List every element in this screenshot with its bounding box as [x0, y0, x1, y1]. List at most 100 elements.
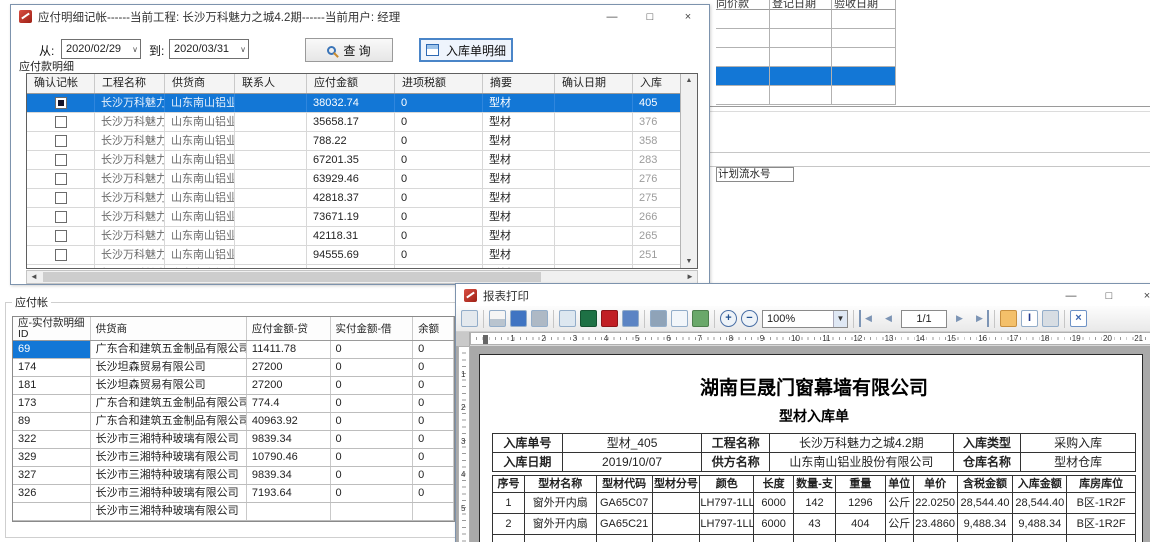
confirm-checkbox[interactable]	[55, 192, 67, 204]
grid-row[interactable]: 长沙万科魅力...山东南山铝业...63929.460型材276	[27, 170, 697, 189]
grid-row[interactable]: 长沙万科魅力...山东南山铝业...67201.350型材283	[27, 151, 697, 170]
payable-summary-group: 应付帐 应-实付款明细ID供货商应付金额-贷实付金额-借余额 69广东合和建筑五…	[5, 294, 457, 542]
column-header[interactable]: 确认记帐	[27, 74, 95, 93]
first-icon[interactable]: ◀	[859, 310, 876, 327]
book-icon[interactable]	[510, 310, 527, 327]
column-header[interactable]: 实付金额-借	[331, 317, 414, 340]
zoom-in-icon[interactable]: +	[720, 310, 737, 327]
zoom-out-icon[interactable]: −	[741, 310, 758, 327]
confirm-checkbox[interactable]	[55, 268, 67, 269]
serial-number-field[interactable]: 计划流水号	[716, 167, 794, 182]
grid-row[interactable]: 长沙万科魅力...山东南山铝业...73671.190型材266	[27, 208, 697, 227]
column-header[interactable]: 入库	[633, 74, 682, 93]
column-header[interactable]: 摘要	[483, 74, 555, 93]
pdf-icon[interactable]	[601, 310, 618, 327]
design-icon[interactable]	[461, 310, 478, 327]
grid-row[interactable]	[716, 67, 896, 86]
chevron-down-icon[interactable]: ▼	[833, 311, 847, 327]
inbound-detail-button[interactable]: 入库单明细	[419, 38, 513, 62]
zoom-level-select[interactable]: 100%▼	[762, 310, 848, 328]
maximize-icon[interactable]: □	[1090, 290, 1128, 302]
query-button[interactable]: 查 询	[305, 38, 393, 62]
last-icon[interactable]: ▶	[972, 310, 989, 327]
grid-row[interactable]: 327长沙市三湘特种玻璃有限公司9839.3400	[13, 467, 454, 485]
column-header[interactable]: 确认日期	[555, 74, 633, 93]
column-header[interactable]: 工程名称	[95, 74, 165, 93]
grid-row[interactable]	[716, 48, 896, 67]
scroll-up-icon[interactable]: ▲	[681, 77, 697, 84]
page-number-input[interactable]: 1/1	[901, 310, 947, 328]
column-header[interactable]: 进项税额	[395, 74, 483, 93]
column-header[interactable]: 余额	[413, 317, 454, 340]
cell-inbound: 250	[633, 265, 682, 269]
grid-row[interactable]: 69广东合和建筑五金制品有限公司11411.7800	[13, 341, 454, 359]
scroll-right-icon[interactable]: ►	[683, 271, 697, 283]
minimize-icon[interactable]: —	[1052, 290, 1090, 302]
grid-row[interactable]: 长沙万科魅力...山东南山铝业...3895.840型材250	[27, 265, 697, 269]
options-icon[interactable]	[531, 310, 548, 327]
grid-row[interactable]: 长沙万科魅力...山东南山铝业...35658.170型材376	[27, 113, 697, 132]
close-icon[interactable]: ×	[669, 11, 707, 23]
scrollbar-thumb[interactable]	[43, 272, 541, 282]
save-icon[interactable]	[650, 310, 667, 327]
grid-row[interactable]: 长沙万科魅力...山东南山铝业...42118.310型材265	[27, 227, 697, 246]
grid-row[interactable]: 长沙万科魅力...山东南山铝业...42818.370型材275	[27, 189, 697, 208]
confirm-cell	[27, 265, 95, 269]
grid-row[interactable]	[716, 29, 896, 48]
grid-row[interactable]	[716, 86, 896, 105]
next-icon[interactable]: ▶	[951, 310, 968, 327]
grid-row[interactable]: 181长沙坦森贸易有限公司2720000	[13, 377, 454, 395]
copy-icon[interactable]	[1042, 310, 1059, 327]
export-icon[interactable]	[559, 310, 576, 327]
column-header[interactable]: 应付金额-贷	[247, 317, 331, 340]
grid-row[interactable]: 长沙万科魅力...山东南山铝业...788.220型材358	[27, 132, 697, 151]
report-preview-area[interactable]: 12345 湖南巨晟门窗幕墙有限公司 型材入库单 入库单号型材_405工程名称长…	[456, 346, 1150, 542]
text-select-icon[interactable]: I	[1021, 310, 1038, 327]
minimize-icon[interactable]: —	[593, 11, 631, 23]
confirm-checkbox[interactable]	[55, 154, 67, 166]
grid-row[interactable]: 长沙万科魅力...山东南山铝业...38032.740型材405	[27, 94, 697, 113]
horizontal-scrollbar[interactable]: ◄ ►	[26, 270, 698, 284]
to-label: 到:	[149, 42, 164, 59]
confirm-checkbox[interactable]	[55, 135, 67, 147]
table-icon[interactable]	[692, 310, 709, 327]
page-layout-icon[interactable]	[671, 310, 688, 327]
from-date-select[interactable]: 2020/02/29 ∨	[61, 39, 141, 59]
confirm-checkbox[interactable]	[55, 211, 67, 223]
grid-row[interactable]: 长沙市三湘特种玻璃有限公司	[13, 503, 454, 521]
scroll-left-icon[interactable]: ◄	[27, 271, 41, 283]
scroll-down-icon[interactable]: ▼	[681, 258, 697, 265]
close-icon[interactable]: ×	[1070, 310, 1087, 327]
confirm-checkbox[interactable]	[55, 230, 67, 242]
print-icon[interactable]	[489, 310, 506, 327]
grid-row[interactable]: 174长沙坦森贸易有限公司2720000	[13, 359, 454, 377]
grid-row[interactable]: 89广东合和建筑五金制品有限公司40963.9200	[13, 413, 454, 431]
column-header: 含税金额	[958, 476, 1014, 492]
grid-row[interactable]: 173广东合和建筑五金制品有限公司774.400	[13, 395, 454, 413]
column-header[interactable]: 供货商	[91, 317, 247, 340]
excel-icon[interactable]	[580, 310, 597, 327]
confirm-checkbox[interactable]	[55, 97, 67, 109]
maximize-icon[interactable]: □	[631, 11, 669, 23]
hand-icon[interactable]	[1000, 310, 1017, 327]
window-titlebar[interactable]: 报表打印	[456, 284, 1150, 307]
grid-row[interactable]: 329长沙市三湘特种玻璃有限公司10790.4600	[13, 449, 454, 467]
grid-row[interactable]	[716, 10, 896, 29]
column-header[interactable]: 供货商	[165, 74, 235, 93]
cell-summary: 型材	[483, 151, 555, 169]
detail-cell	[653, 514, 701, 534]
close-icon[interactable]: ×	[1128, 290, 1150, 302]
grid-row[interactable]: 326长沙市三湘特种玻璃有限公司7193.6400	[13, 485, 454, 503]
vertical-scrollbar[interactable]: ▲ ▼	[680, 74, 697, 268]
confirm-checkbox[interactable]	[55, 173, 67, 185]
grid-row[interactable]: 长沙万科魅力...山东南山铝业...94555.690型材251	[27, 246, 697, 265]
confirm-checkbox[interactable]	[55, 249, 67, 261]
grid-row[interactable]: 322长沙市三湘特种玻璃有限公司9839.3400	[13, 431, 454, 449]
confirm-checkbox[interactable]	[55, 116, 67, 128]
column-header[interactable]: 应-实付款明细ID	[13, 317, 91, 340]
prev-icon[interactable]: ◀	[880, 310, 897, 327]
image-icon[interactable]	[622, 310, 639, 327]
column-header[interactable]: 联系人	[235, 74, 307, 93]
column-header[interactable]: 应付金额	[307, 74, 395, 93]
to-date-select[interactable]: 2020/03/31 ∨	[169, 39, 249, 59]
